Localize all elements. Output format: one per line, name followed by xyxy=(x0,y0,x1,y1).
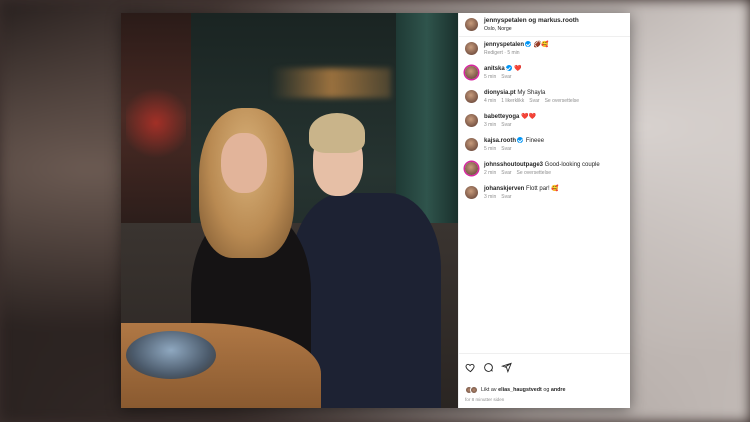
reply-link[interactable]: Svar xyxy=(501,194,511,200)
reply-link[interactable]: Svar xyxy=(501,122,511,128)
comment-text: ❤️❤️ xyxy=(521,114,536,121)
comment-item: dionysia.pt My Shayla 4 min 1 likerklikk S… xyxy=(465,89,624,105)
reply-link[interactable]: Svar xyxy=(501,146,511,152)
post-photo[interactable] xyxy=(121,13,458,408)
comment-username[interactable]: johanskjerven xyxy=(484,186,524,192)
comment-time: 3 min xyxy=(484,194,497,201)
verified-icon xyxy=(517,137,524,144)
author-avatar[interactable] xyxy=(465,18,478,31)
likes-summary: Likt av elias_haugstvedt og andre xyxy=(465,386,566,394)
comment-icon[interactable] xyxy=(483,360,494,378)
avatar[interactable] xyxy=(465,138,478,152)
comment-item: johnsshoutoutpage3 Good-looking couple 2… xyxy=(465,161,624,177)
comment-text: ❤️ xyxy=(514,66,522,73)
comment-item: anitska ❤️ 5 min Svar xyxy=(465,65,624,81)
comment-username[interactable]: anitska xyxy=(484,66,505,72)
translate-link[interactable]: Se oversettelse xyxy=(517,170,551,176)
comment-text: Fineee xyxy=(525,138,545,145)
avatar[interactable] xyxy=(465,90,478,104)
verified-icon xyxy=(505,65,512,72)
comment-time: 5 min xyxy=(484,74,497,81)
comment-time: 3 min xyxy=(484,122,497,129)
comment-text: Good-looking couple xyxy=(544,162,600,169)
post-actions xyxy=(459,353,630,378)
comment-username[interactable]: dionysia.pt xyxy=(484,90,516,96)
reply-link[interactable]: Svar xyxy=(501,170,511,176)
avatar[interactable] xyxy=(465,186,478,200)
verified-icon xyxy=(525,41,532,47)
comment-username[interactable]: jennyspetalen xyxy=(484,42,524,48)
avatar[interactable] xyxy=(465,42,478,55)
heart-icon[interactable] xyxy=(465,360,476,378)
liked-by-user[interactable]: elias_haugstvedt xyxy=(498,387,542,393)
liked-by-others[interactable]: andre xyxy=(551,387,566,393)
comment-text: 🏈🥰 xyxy=(533,42,549,49)
comment-time: 2 min xyxy=(484,170,497,177)
avatar xyxy=(470,386,478,394)
comment-item: johanskjerven Flott par! 🥰 3 min Svar xyxy=(465,185,624,201)
translate-link[interactable]: Se oversettelse xyxy=(545,98,579,104)
comment-meta: Redigert · 5 min xyxy=(484,50,520,57)
post-location[interactable]: Oslo, Norge xyxy=(484,25,579,33)
send-icon[interactable] xyxy=(500,360,512,378)
post-timestamp: for 8 minutter siden xyxy=(465,397,505,402)
reply-link[interactable]: Svar xyxy=(529,98,539,104)
comment-time: 5 min xyxy=(484,146,497,153)
comment-username[interactable]: babetteyoga xyxy=(484,114,519,120)
comment-text: My Shayla xyxy=(517,90,546,97)
comment-item: kajsa.rooth Fineee 5 min Svar xyxy=(465,137,624,153)
avatar[interactable] xyxy=(465,162,478,176)
avatar[interactable] xyxy=(465,114,478,128)
comment-item: babetteyoga ❤️❤️ 3 min Svar xyxy=(465,113,624,129)
post-sidebar: jennyspetalen og markus.rooth Oslo, Norg… xyxy=(458,13,630,408)
post-header: jennyspetalen og markus.rooth Oslo, Norg… xyxy=(459,13,630,37)
comments-list: jennyspetalen 🏈🥰 Redigert · 5 min anitsk… xyxy=(459,37,630,201)
comment-username[interactable]: kajsa.rooth xyxy=(484,138,516,144)
comment-text: Flott par! 🥰 xyxy=(526,186,559,193)
avatar[interactable] xyxy=(465,66,478,80)
post-authors[interactable]: jennyspetalen og markus.rooth xyxy=(484,17,579,25)
comment-time: 4 min xyxy=(484,98,497,105)
comment-item: jennyspetalen 🏈🥰 Redigert · 5 min xyxy=(465,41,624,57)
reply-link[interactable]: Svar xyxy=(501,74,511,80)
comment-username[interactable]: johnsshoutoutpage3 xyxy=(484,162,543,168)
instagram-post: jennyspetalen og markus.rooth Oslo, Norg… xyxy=(121,13,630,408)
comment-likes[interactable]: 1 likerklikk xyxy=(501,98,524,104)
